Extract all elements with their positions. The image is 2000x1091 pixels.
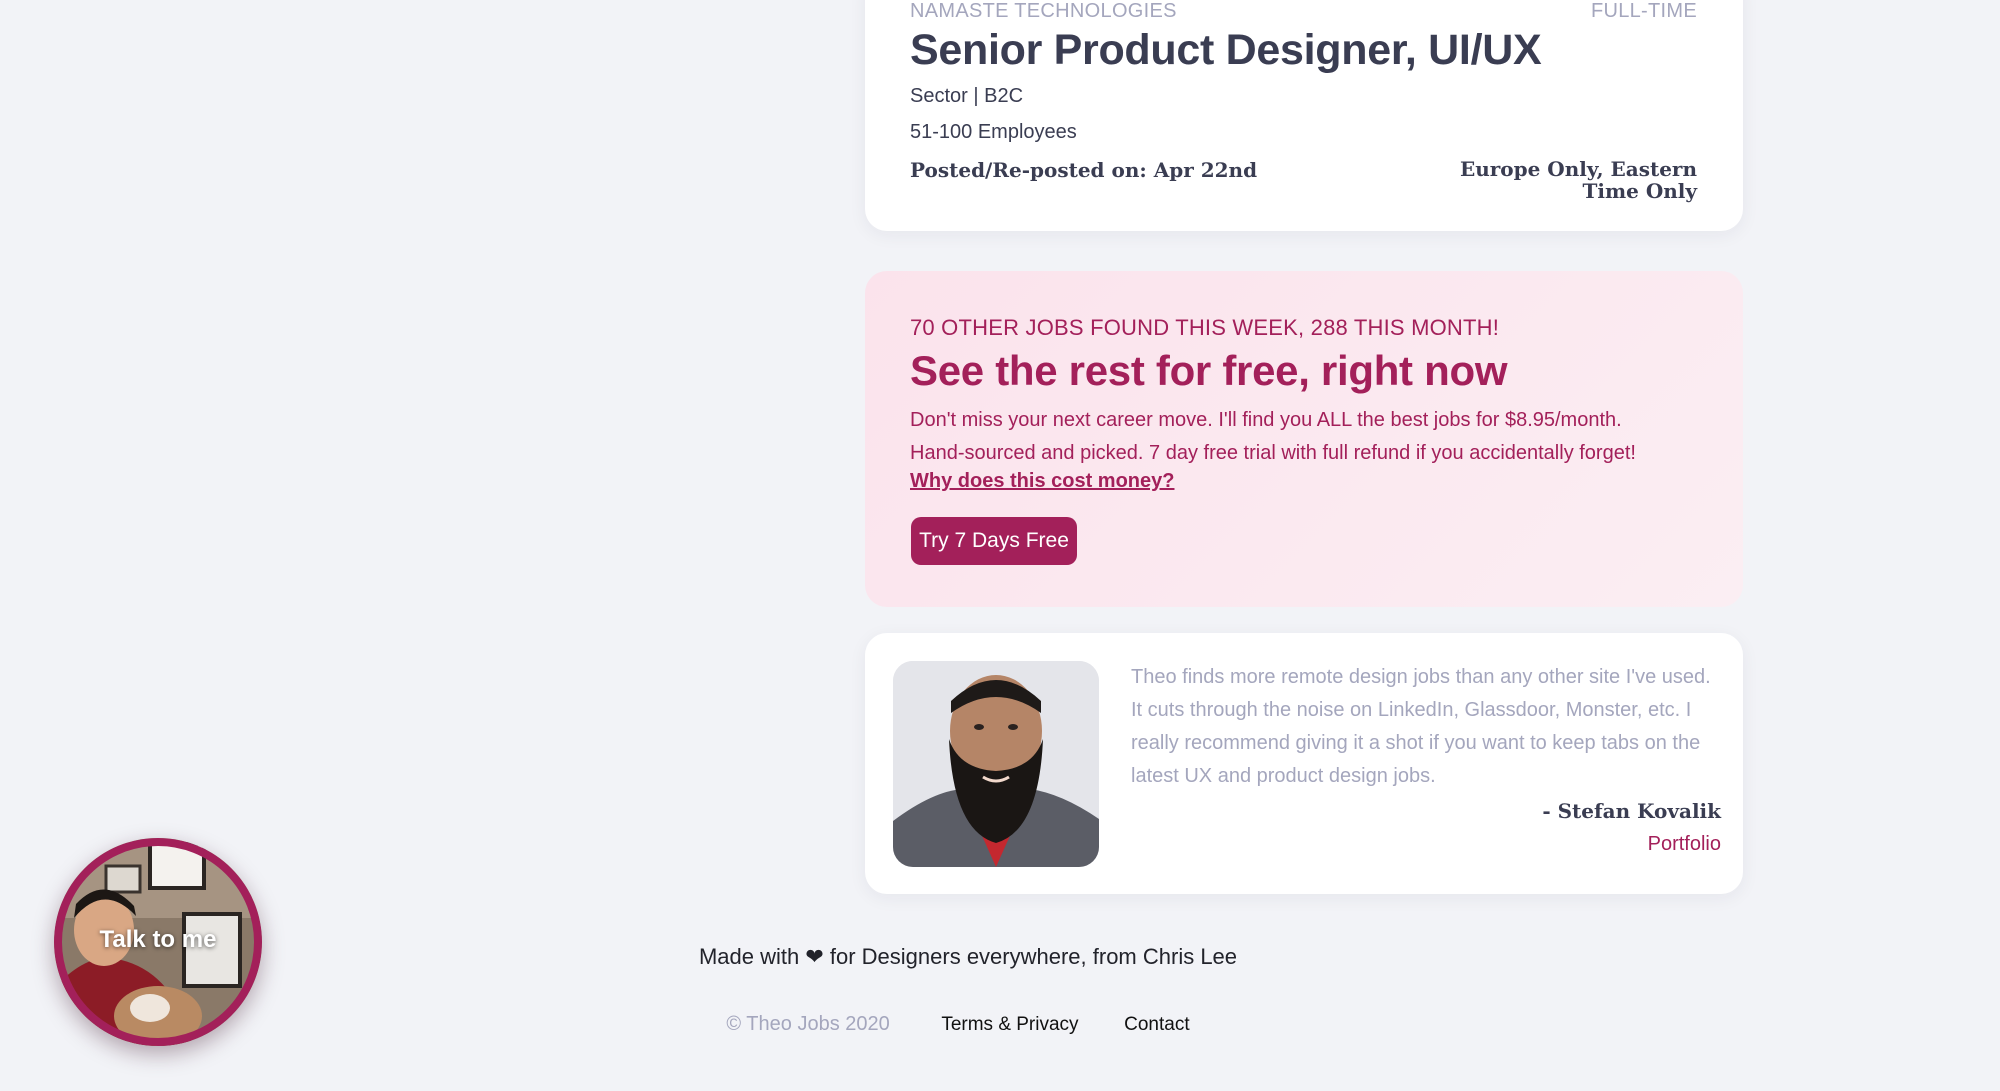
why-cost-money-link[interactable]: Why does this cost money? bbox=[910, 470, 1174, 493]
bearded-man-portrait-icon bbox=[893, 661, 1099, 867]
contact-link[interactable]: Contact bbox=[1124, 1014, 1189, 1036]
try-free-button[interactable]: Try 7 Days Free bbox=[911, 517, 1077, 565]
terms-privacy-link[interactable]: Terms & Privacy bbox=[941, 1014, 1078, 1036]
job-title[interactable]: Senior Product Designer, UI/UX bbox=[910, 26, 1542, 75]
testimonial-author: - Stefan Kovalik bbox=[1542, 799, 1721, 823]
testimonial-quote: Theo finds more remote design jobs than … bbox=[1131, 666, 1711, 787]
promo-description: Don't miss your next career move. I'll f… bbox=[910, 404, 1710, 470]
job-region: Europe Only, Eastern Time Only bbox=[1459, 157, 1697, 203]
job-card[interactable]: NAMASTE TECHNOLOGIES FULL-TIME Senior Pr… bbox=[865, 0, 1743, 231]
testimonial-card: Theo finds more remote design jobs than … bbox=[865, 633, 1743, 894]
promo-line-2: Hand-sourced and picked. 7 day free tria… bbox=[910, 442, 1636, 464]
posted-date: Posted/Re-posted on: Apr 22nd bbox=[910, 158, 1258, 182]
promo-line-1: Don't miss your next career move. I'll f… bbox=[910, 409, 1622, 431]
promo-title: See the rest for free, right now bbox=[910, 347, 1508, 394]
job-employees: 51-100 Employees bbox=[910, 121, 1077, 143]
job-sector: Sector | B2C bbox=[910, 85, 1024, 107]
footer-links: © Theo Jobs 2020 Terms & Privacy Contact bbox=[0, 1013, 1936, 1036]
job-type-label: FULL-TIME bbox=[1590, 0, 1697, 22]
testimonial-avatar bbox=[893, 661, 1099, 867]
portfolio-link[interactable]: Portfolio bbox=[1648, 833, 1721, 856]
footer-made-with: Made with ❤ for Designers everywhere, fr… bbox=[698, 944, 1238, 969]
upsell-card: 70 OTHER JOBS FOUND THIS WEEK, 288 THIS … bbox=[865, 271, 1743, 607]
talk-to-me-video-bubble[interactable]: Talk to me bbox=[54, 838, 262, 1046]
copyright-text: © Theo Jobs 2020 bbox=[726, 1013, 890, 1036]
company-name: NAMASTE TECHNOLOGIES bbox=[910, 0, 1177, 22]
promo-kicker: 70 OTHER JOBS FOUND THIS WEEK, 288 THIS … bbox=[910, 315, 1500, 340]
talk-to-me-label: Talk to me bbox=[99, 926, 217, 953]
